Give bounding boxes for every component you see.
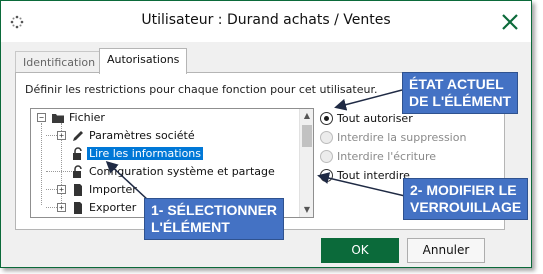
window-title: Utilisateur : Durand achats / Ventes bbox=[141, 12, 391, 28]
tree-item-label: Importer bbox=[89, 183, 137, 196]
ok-button[interactable]: OK bbox=[321, 238, 399, 263]
title-bar[interactable]: Utilisateur : Durand achats / Ventes bbox=[1, 1, 531, 42]
document-icon bbox=[74, 202, 82, 214]
document-icon bbox=[74, 184, 82, 196]
expand-icon[interactable]: + bbox=[57, 203, 66, 212]
unlocked-padlock-icon bbox=[73, 147, 82, 160]
callout-modify-lock: 2- MODIFIER LE VERROUILLAGE bbox=[403, 178, 529, 220]
collapse-icon[interactable]: − bbox=[37, 113, 46, 122]
tab-autorisations[interactable]: Autorisations bbox=[99, 48, 188, 74]
scroll-thumb[interactable] bbox=[302, 125, 312, 147]
cancel-button[interactable]: Annuler bbox=[407, 238, 485, 263]
scroll-up-icon[interactable]: ▲ bbox=[300, 109, 313, 123]
expand-icon[interactable]: + bbox=[57, 185, 66, 194]
tree-item-label: Exporter bbox=[89, 201, 137, 214]
callout-select-item: 1- SÉLECTIONNER L'ÉLÉMENT bbox=[144, 198, 285, 240]
close-icon[interactable] bbox=[499, 11, 521, 33]
radio-button[interactable] bbox=[320, 131, 333, 144]
radio-button[interactable] bbox=[320, 169, 333, 182]
folder-icon bbox=[52, 114, 64, 123]
tree-scrollbar[interactable]: ▲ ▼ bbox=[299, 109, 313, 217]
pencil-icon bbox=[73, 131, 83, 141]
tab-identification[interactable]: Identification bbox=[15, 51, 104, 73]
unlocked-padlock-icon bbox=[73, 165, 82, 178]
scroll-down-icon[interactable]: ▼ bbox=[300, 203, 313, 217]
expand-icon[interactable]: + bbox=[57, 131, 66, 140]
tree-item-label: Paramètres société bbox=[89, 129, 195, 142]
tree-item-label: Configuration système et partage bbox=[89, 165, 275, 178]
radio-label: Interdire l'écriture bbox=[337, 150, 437, 163]
radio-label: Tout interdire bbox=[337, 169, 410, 182]
callout-current-state: ÉTAT ACTUEL DE L'ÉLÉMENT bbox=[402, 72, 519, 114]
radio-label: Interdire la suppression bbox=[337, 131, 467, 144]
tree-item-label: Lire les informations bbox=[87, 147, 203, 160]
tree-item-label: Fichier bbox=[69, 111, 105, 124]
radio-button[interactable] bbox=[320, 112, 333, 125]
radio-button[interactable] bbox=[320, 150, 333, 163]
panel-description: Définir les restrictions pour chaque fon… bbox=[25, 83, 378, 96]
